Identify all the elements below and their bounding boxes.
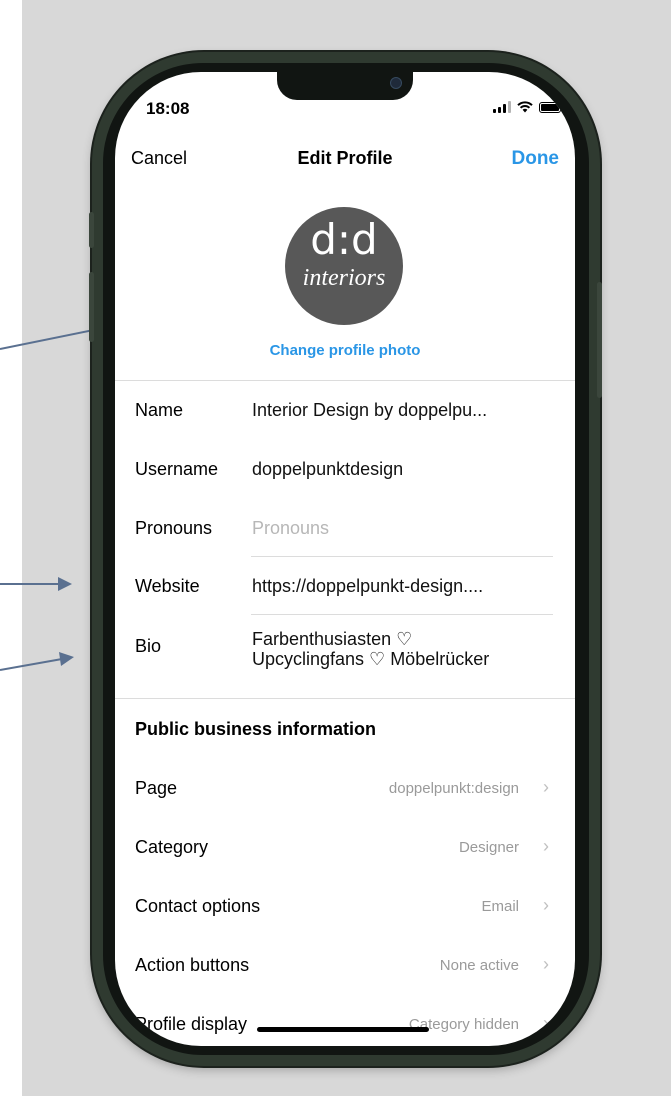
chevron-right-icon: ›	[543, 836, 549, 856]
row-label: Page	[135, 778, 178, 798]
row-label: Category	[135, 837, 209, 857]
divider	[251, 556, 553, 557]
profile-avatar[interactable]: d:d interiors	[285, 207, 403, 325]
avatar-logo-mark: d:d	[310, 215, 378, 264]
username-label: Username	[135, 459, 219, 479]
row-value: Email	[481, 898, 519, 915]
website-field[interactable]: https://doppelpunkt-design....	[252, 576, 483, 597]
divider	[115, 698, 575, 699]
status-icons	[493, 101, 561, 113]
page-title: Edit Profile	[297, 148, 393, 168]
chevron-right-icon: ›	[543, 954, 549, 974]
status-time: 18:08	[146, 99, 190, 118]
bio-field[interactable]: Farbenthusiasten ♡ Upcyclingfans ♡ Möbel…	[252, 629, 489, 669]
name-label: Name	[135, 400, 184, 420]
chevron-right-icon: ›	[543, 1013, 549, 1033]
arrow-to-website	[0, 577, 72, 591]
username-field[interactable]: doppelpunktdesign	[252, 459, 403, 480]
pronouns-label: Pronouns	[135, 518, 213, 538]
battery-icon	[539, 101, 561, 113]
front-camera	[390, 77, 402, 89]
avatar-logo-script: interiors	[302, 265, 386, 291]
divider	[251, 614, 553, 615]
volume-up-button	[89, 272, 94, 342]
bio-line: Upcyclingfans ♡ Möbelrücker	[252, 649, 490, 669]
arrow-to-bio	[0, 652, 74, 671]
row-label: Action buttons	[135, 955, 250, 975]
done-button[interactable]: Done	[512, 148, 560, 170]
home-indicator[interactable]	[257, 1027, 429, 1032]
wifi-icon	[517, 101, 533, 113]
power-button	[597, 282, 602, 398]
bio-line: Farbenthusiasten ♡	[252, 629, 413, 649]
row-value: Designer	[458, 839, 519, 856]
row-label: Profile display	[135, 1014, 248, 1034]
website-label: Website	[135, 576, 200, 596]
row-value: None active	[439, 957, 519, 974]
row-value: doppelpunkt:design	[388, 780, 519, 797]
change-profile-photo-link[interactable]: Change profile photo	[115, 342, 575, 359]
signal-icon	[493, 101, 511, 113]
pronouns-field[interactable]: Pronouns	[252, 518, 329, 539]
name-field[interactable]: Interior Design by doppelpu...	[252, 400, 487, 421]
chevron-right-icon: ›	[543, 777, 549, 797]
section-title: Public business information	[135, 719, 377, 739]
mute-switch	[89, 212, 94, 248]
bio-label: Bio	[135, 636, 162, 656]
row-label: Contact options	[135, 896, 261, 916]
divider	[115, 380, 575, 381]
phone-screen: 18:08 Cancel Edit Profile Done d:d inter…	[115, 72, 575, 1046]
chevron-right-icon: ›	[543, 895, 549, 915]
